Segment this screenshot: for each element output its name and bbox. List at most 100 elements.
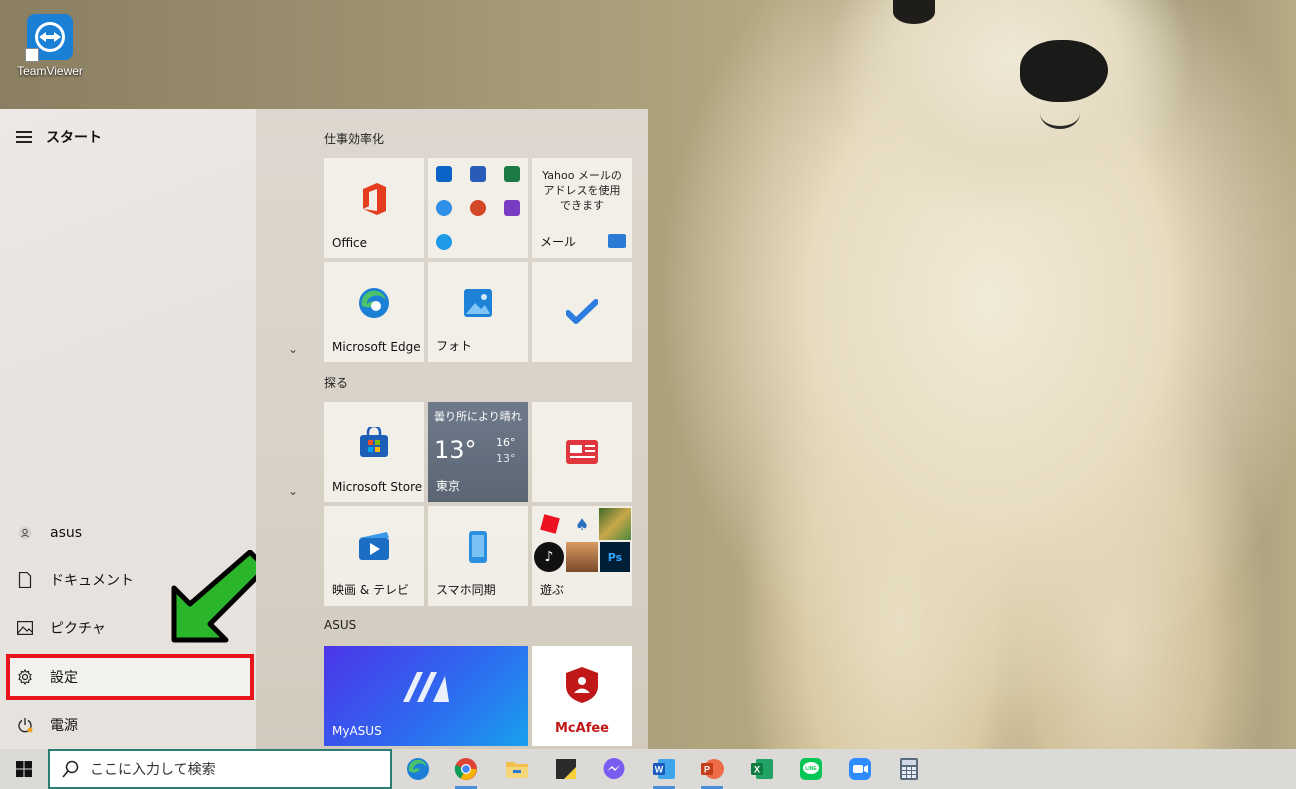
tile-label: フォト <box>436 339 473 353</box>
mcafee-icon <box>532 646 632 724</box>
taskbar-sticky-notes[interactable] <box>552 755 580 783</box>
tile-microsoft-edge[interactable]: Microsoft Edge <box>324 262 424 362</box>
document-icon <box>16 571 34 589</box>
edge-icon <box>407 758 429 780</box>
rail-item-settings[interactable]: 設定 <box>6 654 254 700</box>
tile-microsoft-store[interactable]: Microsoft Store <box>324 402 424 502</box>
excel-icon <box>504 166 520 182</box>
wallpaper-bear-nose <box>1020 40 1108 102</box>
tile-news[interactable] <box>532 402 632 502</box>
rail-item-power[interactable]: 電源 <box>10 706 250 744</box>
tile-label: スマホ同期 <box>436 583 496 597</box>
skype-icon <box>436 234 452 250</box>
start-menu-rail: スタート asus ドキュメント ピクチャ 設定 電源 <box>0 109 256 749</box>
group-header-asus[interactable]: ASUS <box>324 618 356 632</box>
svg-text:LINE: LINE <box>805 766 817 772</box>
rail-item-label: 設定 <box>50 670 78 686</box>
chevron-down-icon[interactable]: ⌄ <box>288 342 298 356</box>
outlook-icon <box>436 166 452 182</box>
annotation-arrow <box>171 550 268 643</box>
taskbar-line[interactable]: LINE <box>797 755 825 783</box>
phone-icon <box>428 506 528 588</box>
taskbar-file-explorer[interactable] <box>503 755 531 783</box>
taskbar-edge[interactable] <box>404 755 432 783</box>
roblox-icon <box>536 510 564 538</box>
tile-label: Microsoft Store <box>332 480 423 494</box>
user-account-button[interactable]: asus <box>10 514 250 552</box>
tile-label: McAfee <box>555 721 609 736</box>
tile-label: MyASUS <box>332 724 382 738</box>
tile-mcafee[interactable]: McAfee <box>532 646 632 746</box>
game-icon <box>566 542 598 572</box>
onenote-icon <box>504 200 520 216</box>
tile-phone-link[interactable]: スマホ同期 <box>428 506 528 606</box>
tile-movies-tv[interactable]: 映画 & テレビ <box>324 506 424 606</box>
tile-todo[interactable] <box>532 262 632 362</box>
tile-office-apps-folder[interactable] <box>428 158 528 258</box>
tile-label: 東京 <box>436 479 461 493</box>
mail-icon <box>608 234 626 248</box>
tile-weather[interactable]: 曇り所により晴れ 13° 16° 13° 東京 <box>428 402 528 502</box>
chrome-icon <box>454 758 477 780</box>
taskbar-search-box[interactable]: ここに入力して検索 <box>48 749 392 789</box>
gear-icon <box>16 668 34 686</box>
tile-photos[interactable]: フォト <box>428 262 528 362</box>
teamviewer-icon <box>25 14 73 62</box>
rail-item-label: 電源 <box>50 718 78 734</box>
photos-icon <box>428 262 528 344</box>
search-placeholder: ここに入力して検索 <box>90 762 216 778</box>
tile-play-folder[interactable]: ♠ ♪ Ps 遊ぶ <box>532 506 632 606</box>
start-title: スタート <box>46 130 102 146</box>
taskbar-chrome[interactable] <box>452 755 480 789</box>
excel-icon: X <box>751 759 773 779</box>
wallpaper-bear-eye <box>893 0 935 24</box>
zoom-icon <box>849 758 871 780</box>
weather-low: 13° <box>496 452 516 465</box>
start-button[interactable] <box>0 749 48 789</box>
powerpoint-icon <box>470 200 486 216</box>
tile-label: 遊ぶ <box>540 583 565 597</box>
power-icon <box>16 716 34 734</box>
tiktok-icon: ♪ <box>534 542 564 572</box>
weather-condition: 曇り所により晴れ <box>434 410 522 423</box>
photoshop-icon: Ps <box>600 542 630 572</box>
group-header-explore[interactable]: 探る <box>324 374 348 391</box>
chevron-down-icon[interactable]: ⌄ <box>288 484 298 498</box>
taskbar-messenger[interactable] <box>600 755 628 783</box>
tile-myasus[interactable]: MyASUS <box>324 646 528 746</box>
tile-label: Microsoft Edge <box>332 340 421 354</box>
svg-text:X: X <box>754 765 760 775</box>
taskbar-powerpoint[interactable]: P <box>698 755 726 789</box>
taskbar-word[interactable]: W <box>650 755 678 789</box>
store-icon <box>324 402 424 484</box>
office-icon <box>324 158 424 240</box>
edge-icon <box>324 262 424 344</box>
group-header-productivity[interactable]: 仕事効率化 <box>324 130 384 147</box>
taskbar-zoom[interactable] <box>846 755 874 783</box>
hamburger-menu-icon[interactable] <box>16 131 32 143</box>
svg-text:P: P <box>704 765 710 775</box>
desktop-icon-label: TeamViewer <box>17 64 83 78</box>
todo-icon <box>532 262 632 362</box>
desktop-icon-teamviewer[interactable]: TeamViewer <box>10 14 90 78</box>
taskbar-excel[interactable]: X <box>748 755 776 783</box>
movies-tv-icon <box>324 506 424 588</box>
rail-item-label: ピクチャ <box>50 621 106 637</box>
user-name: asus <box>50 525 83 541</box>
tile-label: メール <box>540 235 577 249</box>
game-icon <box>599 508 631 540</box>
onedrive-icon <box>436 200 452 216</box>
taskbar-calculator[interactable] <box>895 755 923 783</box>
messenger-icon <box>603 758 625 779</box>
calculator-icon <box>900 758 918 780</box>
powerpoint-icon: P <box>701 759 724 779</box>
word-icon: W <box>653 759 675 779</box>
mail-promo-text: Yahoo メールのアドレスを使用できます <box>542 169 622 212</box>
user-icon <box>16 524 34 542</box>
word-icon <box>470 166 486 182</box>
tile-mail[interactable]: Yahoo メールのアドレスを使用できます メール <box>532 158 632 258</box>
search-icon <box>62 760 79 778</box>
rail-item-label: ドキュメント <box>50 573 134 589</box>
tile-office[interactable]: Office <box>324 158 424 258</box>
wallpaper-bear-mouth <box>1040 98 1080 129</box>
